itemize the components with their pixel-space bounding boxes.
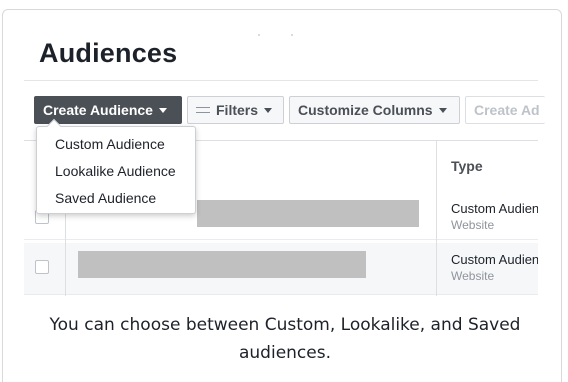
- audience-subtype-cell: Website: [451, 269, 495, 283]
- title-divider: [24, 80, 538, 81]
- menu-item-lookalike-audience[interactable]: Lookalike Audience: [55, 163, 176, 179]
- page-title: Audiences: [39, 38, 178, 68]
- row-checkbox[interactable]: [35, 260, 49, 274]
- customize-columns-button[interactable]: Customize Columns: [289, 96, 460, 124]
- redacted-audience-name: [78, 251, 366, 278]
- filters-label: Filters: [216, 102, 259, 118]
- redacted-audience-name: [197, 200, 419, 227]
- caption-text: You can choose between Custom, Lookalike…: [49, 315, 521, 363]
- create-ad-button[interactable]: Create Ad: [465, 96, 545, 124]
- decorative-dot: [291, 34, 293, 36]
- create-audience-label: Create Audience: [43, 102, 153, 118]
- caret-down-icon: [438, 107, 447, 113]
- menu-item-custom-audience[interactable]: Custom Audience: [55, 136, 165, 152]
- type-column-header[interactable]: Type: [451, 158, 483, 174]
- customize-columns-label: Customize Columns: [298, 102, 433, 118]
- caret-down-icon: [158, 107, 167, 113]
- column-divider: [436, 140, 437, 296]
- caret-down-icon: [264, 107, 273, 113]
- create-ad-label: Create Ad: [474, 102, 540, 118]
- decorative-dot: [258, 34, 260, 36]
- audience-type-cell: Custom Audience: [451, 252, 538, 267]
- filters-button[interactable]: Filters: [187, 96, 284, 124]
- audience-type-cell: Custom Audience: [451, 201, 538, 216]
- create-audience-button[interactable]: Create Audience: [34, 96, 182, 124]
- sliders-icon: [196, 105, 210, 115]
- menu-item-saved-audience[interactable]: Saved Audience: [55, 190, 156, 206]
- create-audience-menu: Custom Audience Lookalike Audience Saved…: [36, 118, 196, 214]
- audience-subtype-cell: Website: [451, 218, 495, 232]
